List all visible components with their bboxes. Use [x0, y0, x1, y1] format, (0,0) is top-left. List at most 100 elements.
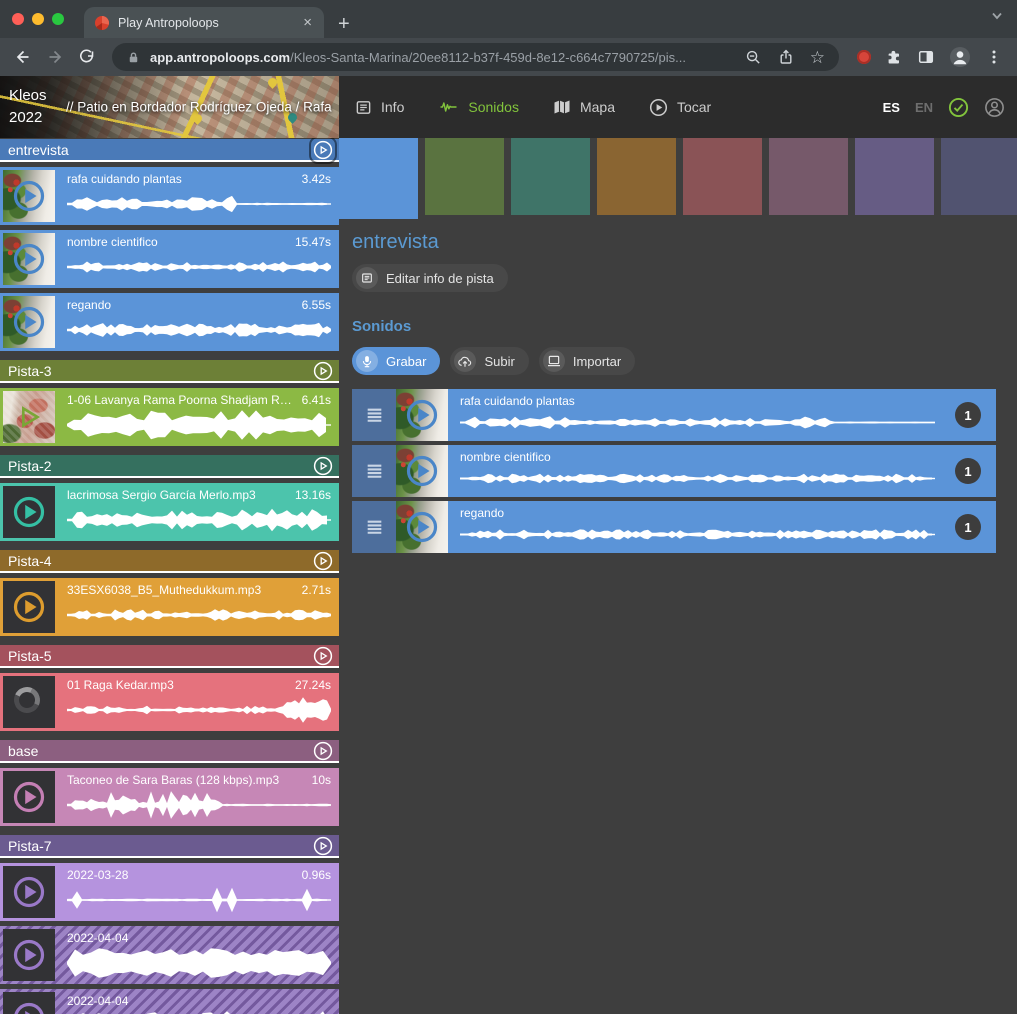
sound-item-body: 2022-04-04 [58, 926, 339, 984]
browser-tab[interactable]: Play Antropoloops × [84, 7, 324, 38]
back-button[interactable] [8, 42, 38, 72]
sound-item[interactable]: rafa cuidando plantas3.42s [0, 167, 339, 225]
drag-handle[interactable] [352, 389, 396, 441]
track-play-icon[interactable] [313, 140, 333, 160]
sound-item[interactable]: 33ESX6038_B5_Muthedukkum.mp32.71s [0, 578, 339, 636]
drag-handle[interactable] [352, 445, 396, 497]
zoom-window-button[interactable] [52, 13, 64, 25]
play-button[interactable] [405, 454, 439, 488]
subir-button[interactable]: Subir [450, 347, 528, 375]
close-window-button[interactable] [12, 13, 24, 25]
grabar-button[interactable]: Grabar [352, 347, 440, 375]
play-button[interactable] [12, 875, 46, 909]
account-icon[interactable] [984, 97, 1005, 118]
sound-item-body: 1-06 Lavanya Rama Poorna Shadjam Rupak..… [58, 388, 339, 446]
nav-item-info[interactable]: Info [355, 99, 404, 116]
side-panel-icon[interactable] [917, 48, 935, 66]
count-badge: 1 [955, 514, 981, 540]
play-button[interactable] [12, 242, 46, 276]
sound-item[interactable]: 1-06 Lavanya Rama Poorna Shadjam Rupak..… [0, 388, 339, 446]
new-tab-button[interactable]: + [338, 14, 350, 34]
language-es[interactable]: ES [883, 100, 900, 115]
sound-row[interactable]: regando1 [352, 501, 996, 553]
sound-item[interactable]: 2022-04-04 [0, 989, 339, 1014]
track-color-tile[interactable] [425, 138, 504, 215]
url-text: app.antropoloops.com/Kleos-Santa-Marina/… [150, 50, 736, 65]
sound-duration: 13.16s [295, 488, 331, 502]
track-header[interactable]: entrevista [0, 139, 339, 162]
play-button[interactable] [12, 1001, 46, 1014]
track-color-tile[interactable] [339, 138, 418, 219]
forward-button[interactable] [40, 42, 70, 72]
sound-item[interactable]: 2022-04-04 [0, 926, 339, 984]
track-play-icon[interactable] [313, 741, 333, 761]
sound-item[interactable]: 01 Raga Kedar.mp327.24s [0, 673, 339, 731]
play-button[interactable] [12, 179, 46, 213]
menu-dots-icon[interactable] [985, 48, 1003, 66]
track-header[interactable]: Pista-5 [0, 645, 339, 668]
track-play-icon[interactable] [313, 551, 333, 571]
tab-search-chevron-icon[interactable] [991, 12, 1003, 20]
nav-item-sonidos[interactable]: Sonidos [438, 99, 519, 115]
subir-label: Subir [484, 354, 514, 369]
sound-duration: 3.42s [302, 172, 331, 186]
tab-close-icon[interactable]: × [301, 15, 314, 30]
address-bar[interactable]: app.antropoloops.com/Kleos-Santa-Marina/… [112, 43, 839, 71]
sync-check-icon[interactable] [948, 97, 969, 118]
sound-item[interactable]: nombre cientifico15.47s [0, 230, 339, 288]
track-header[interactable]: base [0, 740, 339, 763]
track-color-tile[interactable] [597, 138, 676, 215]
track-color-tile[interactable] [941, 138, 1017, 215]
nav-item-tocar[interactable]: Tocar [649, 98, 711, 117]
play-button[interactable] [12, 495, 46, 529]
track-header[interactable]: Pista-3 [0, 360, 339, 383]
play-button[interactable] [12, 780, 46, 814]
play-button[interactable] [12, 305, 46, 339]
track-play-icon[interactable] [313, 836, 333, 856]
recording-indicator-icon[interactable] [857, 50, 871, 64]
edit-track-info-button[interactable]: Editar info de pista [352, 264, 508, 292]
bookmark-star-icon[interactable]: ☆ [810, 49, 825, 66]
track-color-tile[interactable] [769, 138, 848, 215]
zoom-out-icon[interactable] [745, 49, 762, 66]
app-logo[interactable]: Kleos 2022 [9, 85, 47, 129]
track-header-title: Pista-4 [8, 553, 313, 569]
sound-row[interactable]: nombre cientifico1 [352, 445, 996, 497]
track-header[interactable]: Pista-7 [0, 835, 339, 858]
track-header[interactable]: Pista-2 [0, 455, 339, 478]
sound-item[interactable]: regando6.55s [0, 293, 339, 351]
language-en[interactable]: EN [915, 100, 933, 115]
track-title: entrevista [352, 231, 1005, 254]
sound-row[interactable]: rafa cuidando plantas1 [352, 389, 996, 441]
play-button[interactable] [12, 400, 46, 434]
extensions-puzzle-icon[interactable] [885, 48, 903, 66]
sound-item[interactable]: Taconeo de Sara Baras (128 kbps).mp310s [0, 768, 339, 826]
reload-button[interactable] [72, 42, 102, 72]
minimize-window-button[interactable] [32, 13, 44, 25]
browser-tab-strip: Play Antropoloops × + [0, 0, 1017, 38]
play-button[interactable] [12, 590, 46, 624]
track-play-icon[interactable] [313, 456, 333, 476]
track-play-icon[interactable] [313, 646, 333, 666]
sound-item[interactable]: lacrimosa Sergio García Merlo.mp313.16s [0, 483, 339, 541]
track-color-tile[interactable] [511, 138, 590, 215]
nav-item-mapa[interactable]: Mapa [553, 99, 615, 115]
play-button[interactable] [12, 938, 46, 972]
nav-info-icon [355, 99, 372, 116]
sound-thumbnail [3, 581, 55, 633]
map-thumbnail[interactable]: Kleos 2022 // Patio en Bordador Rodrígue… [0, 76, 339, 138]
sound-item[interactable]: 2022-03-280.96s [0, 863, 339, 921]
importar-button[interactable]: Importar [539, 347, 635, 375]
profile-avatar-icon[interactable] [949, 46, 971, 68]
waveform [460, 410, 935, 435]
waveform [460, 522, 935, 547]
share-icon[interactable] [778, 49, 794, 65]
track-color-tile[interactable] [855, 138, 934, 215]
play-button[interactable] [405, 398, 439, 432]
drag-handle[interactable] [352, 501, 396, 553]
track-color-tile[interactable] [683, 138, 762, 215]
sound-label: 33ESX6038_B5_Muthedukkum.mp3 [67, 583, 261, 597]
play-button[interactable] [405, 510, 439, 544]
track-header[interactable]: Pista-4 [0, 550, 339, 573]
track-play-icon[interactable] [313, 361, 333, 381]
